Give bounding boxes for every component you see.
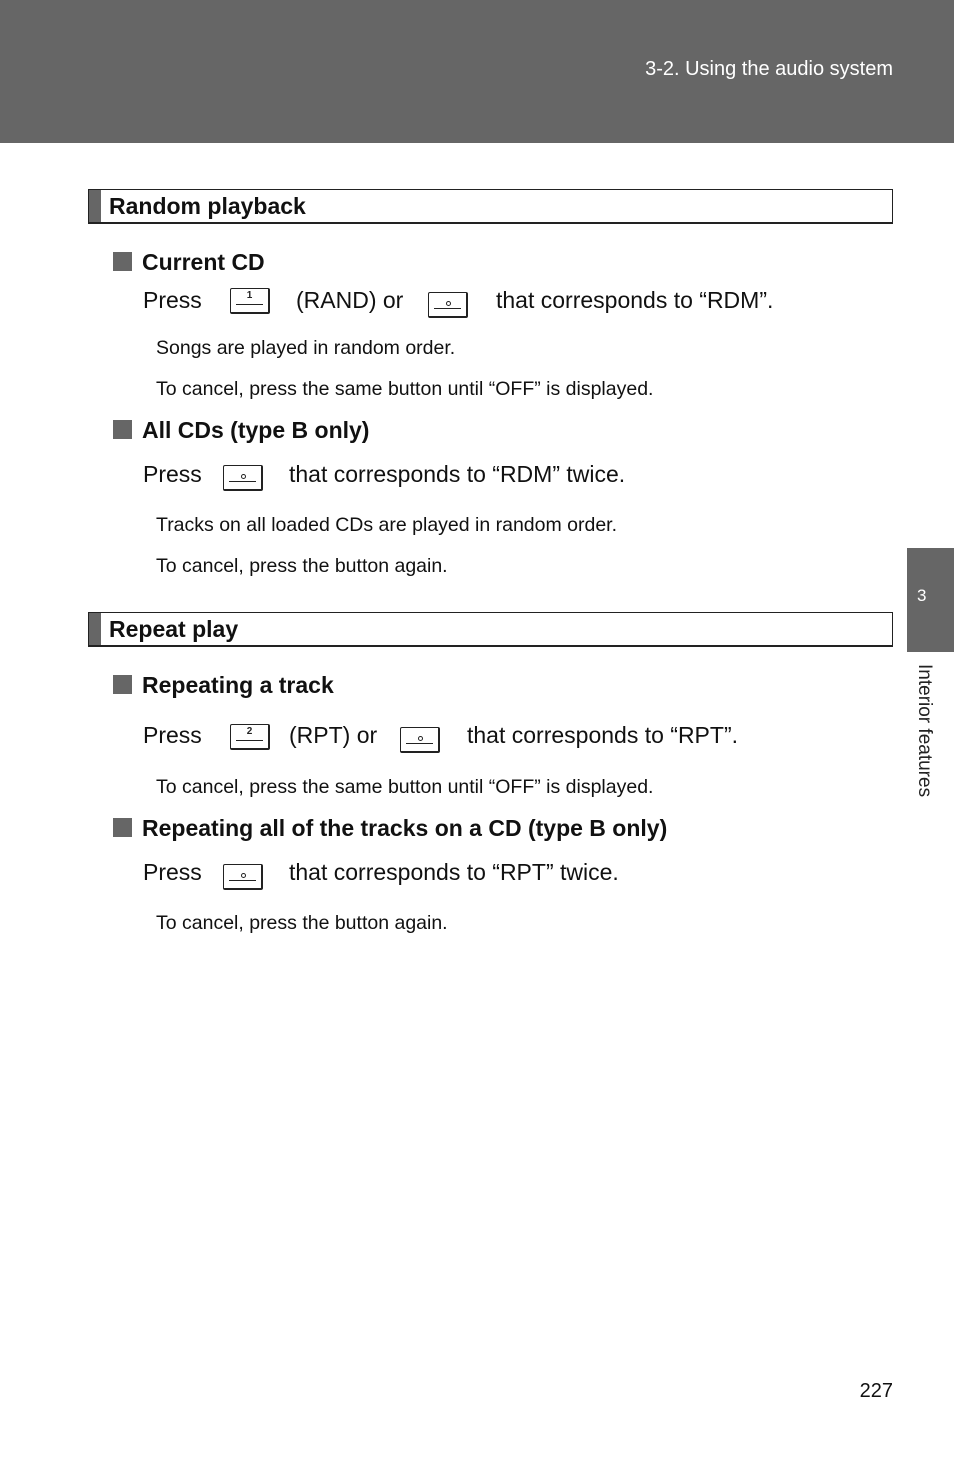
button-line (229, 880, 256, 881)
press-instruction-suffix: that corresponds to “RDM”. (496, 287, 774, 313)
page-number: 227 (859, 1380, 893, 1402)
rpt-button-icon (223, 864, 263, 890)
button-line (236, 740, 263, 741)
chapter-tab: 3 (907, 548, 954, 652)
button-line (406, 743, 433, 744)
subsection-repeating-all: Repeating all of the tracks on a CD (typ… (113, 815, 667, 842)
page-header: 3-2. Using the audio system (0, 0, 954, 143)
note: To cancel, press the button again. (156, 555, 448, 577)
subsection-current-cd: Current CD (113, 249, 265, 276)
press-instruction-suffix: that corresponds to “RDM” twice. (289, 461, 626, 487)
section-heading-repeat-play: Repeat play (88, 612, 893, 647)
button-dot (240, 873, 246, 878)
button-dot (417, 736, 423, 741)
press-instruction-prefix: Press (143, 722, 202, 748)
note: To cancel, press the same button until “… (156, 776, 654, 798)
subsection-title: Current CD (142, 249, 265, 275)
press-instruction-prefix: Press (143, 287, 202, 313)
press-instruction-suffix: that corresponds to “RPT” twice. (289, 859, 619, 885)
subsection-all-cds: All CDs (type B only) (113, 417, 369, 444)
subsection-title: All CDs (type B only) (142, 417, 370, 443)
press-instruction-suffix: that corresponds to “RPT”. (467, 722, 738, 748)
button-line (434, 308, 461, 309)
heading-marker (89, 190, 101, 222)
press-instruction-middle: (RAND) or (296, 287, 404, 313)
preset-button-1-icon: 1 (230, 288, 270, 314)
heading-marker (89, 613, 101, 645)
note: To cancel, press the button again. (156, 912, 448, 934)
rdm-button-icon (428, 292, 468, 318)
section-breadcrumb: 3-2. Using the audio system (645, 58, 893, 80)
subsection-repeating-track: Repeating a track (113, 672, 334, 699)
square-bullet-icon (113, 420, 132, 439)
press-instruction-middle: (RPT) or (289, 722, 378, 748)
button-number: 2 (246, 726, 253, 737)
button-dot (445, 301, 451, 306)
button-line (229, 481, 256, 482)
subsection-title: Repeating all of the tracks on a CD (typ… (142, 815, 668, 841)
section-title: Repeat play (109, 616, 239, 642)
rpt-button-icon (400, 727, 440, 753)
square-bullet-icon (113, 252, 132, 271)
preset-button-2-icon: 2 (230, 724, 270, 750)
press-instruction-prefix: Press (143, 461, 202, 487)
note: Tracks on all loaded CDs are played in r… (156, 514, 618, 536)
rdm-button-icon (223, 465, 263, 491)
button-number: 1 (246, 290, 253, 301)
chapter-number: 3 (917, 586, 927, 605)
subsection-title: Repeating a track (142, 672, 334, 698)
chapter-tab-label: Interior features (913, 664, 941, 824)
chapter-title: Interior features (914, 664, 935, 798)
section-title: Random playback (109, 193, 306, 219)
section-heading-random-playback: Random playback (88, 189, 893, 224)
press-instruction-prefix: Press (143, 859, 202, 885)
button-dot (240, 474, 246, 479)
note: To cancel, press the same button until “… (156, 378, 654, 400)
square-bullet-icon (113, 818, 132, 837)
square-bullet-icon (113, 675, 132, 694)
note: Songs are played in random order. (156, 337, 456, 359)
button-line (236, 304, 263, 305)
